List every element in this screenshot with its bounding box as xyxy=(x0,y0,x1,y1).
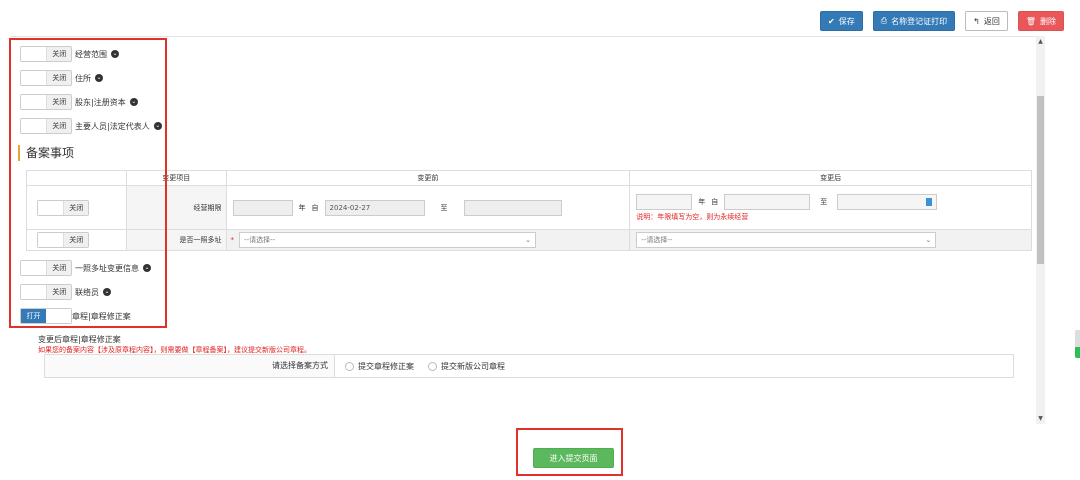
year-unit: 年 xyxy=(698,197,706,206)
scrollbar-thumb[interactable] xyxy=(1037,96,1044,264)
radio-amendment[interactable]: 提交章程修正案 xyxy=(345,361,414,372)
chevron-down-icon: ⌄ xyxy=(925,236,932,244)
chevron-down-icon: ⌄ xyxy=(525,236,532,244)
after-term-note: 说明：年限填写为空，则为永续经营 xyxy=(636,212,749,221)
table-row: 关闭 经营期限 年 自 2024-02-27 至 年 自 至 说明：年限填写为空… xyxy=(26,185,1032,230)
back-button[interactable]: ↰ 返回 xyxy=(965,11,1008,31)
after-end-date[interactable] xyxy=(837,193,938,210)
save-button[interactable]: ✔ 保存 xyxy=(820,11,863,31)
delete-button[interactable]: 🗑 删除 xyxy=(1017,11,1064,31)
check-icon: ✔ xyxy=(828,16,835,26)
from-label: 自 xyxy=(711,197,719,206)
toolbar: ✔ 保存 ⎙ 名称登记证打印 ↰ 返回 🗑 删除 xyxy=(820,11,1064,31)
before-multi-address-select[interactable]: --请选择-- ⌄ xyxy=(239,232,537,248)
to-label: 至 xyxy=(820,197,828,206)
radio-circle-icon xyxy=(345,361,354,371)
scroll-down-icon[interactable]: ▼ xyxy=(1037,415,1044,422)
before-start-date: 2024-02-27 xyxy=(324,199,425,216)
after-charter-title: 变更后章程|章程修正案 xyxy=(38,335,121,344)
filing-method-row: 请选择备案方式 提交章程修正案 提交新版公司章程 xyxy=(44,354,1014,378)
after-multi-address-select[interactable]: --请选择-- ⌄ xyxy=(636,232,937,248)
to-label: 至 xyxy=(440,203,448,212)
text-cursor xyxy=(926,197,933,206)
printer-icon: ⎙ xyxy=(880,16,888,25)
scrollbar[interactable]: ▲ ▼ xyxy=(1036,36,1045,424)
scroll-up-icon[interactable]: ▲ xyxy=(1037,38,1044,45)
table-row: 关闭 是否一照多址 * --请选择-- ⌄ --请选择-- ⌄ xyxy=(26,229,1032,251)
trash-icon: 🗑 xyxy=(1025,16,1036,26)
before-years-input xyxy=(232,199,293,216)
side-widget[interactable] xyxy=(1075,330,1080,358)
filing-method-label: 请选择备案方式 xyxy=(45,355,335,377)
change-table: 变更项目 变更前 变更后 关闭 经营期限 年 自 2024-02-27 至 年 … xyxy=(26,170,1032,251)
highlight-box-toggles xyxy=(9,38,167,328)
radio-circle-icon xyxy=(428,361,437,371)
after-years-input[interactable] xyxy=(636,193,693,210)
year-unit: 年 xyxy=(298,203,306,212)
table-header-before: 变更前 xyxy=(225,170,631,186)
print-button[interactable]: ⎙ 名称登记证打印 xyxy=(872,11,956,31)
from-label: 自 xyxy=(311,203,319,212)
table-header-after: 变更后 xyxy=(629,170,1032,186)
before-end-date xyxy=(463,199,562,216)
submit-page-button[interactable]: 进入提交页面 xyxy=(533,448,614,468)
reply-icon: ↰ xyxy=(973,16,980,26)
required-mark: * xyxy=(230,236,235,244)
after-start-date[interactable] xyxy=(724,193,811,210)
radio-new-charter[interactable]: 提交新版公司章程 xyxy=(428,361,505,372)
